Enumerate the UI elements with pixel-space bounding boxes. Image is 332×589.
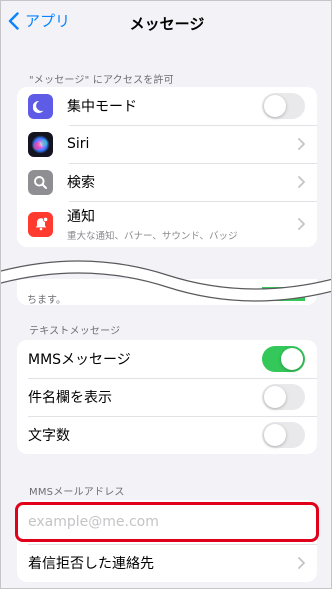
mms-email-placeholder: example@me.com xyxy=(28,514,159,530)
text-message-section-header: テキストメッセージ xyxy=(29,326,121,337)
show-subject-label: 件名欄を表示 xyxy=(28,390,112,406)
torn-edge-divider xyxy=(1,260,331,302)
blocked-contacts-label: 着信拒否した連絡先 xyxy=(28,556,154,572)
search-label: 検索 xyxy=(67,175,95,191)
navigation-bar: アプリ メッセージ xyxy=(1,1,331,45)
notifications-sublabel: 重大な通知、バナー、サウンド、バッジ xyxy=(67,231,238,242)
siri-label: Siri xyxy=(67,136,90,152)
notifications-row[interactable]: 通知 重大な通知、バナー、サウンド、バッジ xyxy=(17,201,317,247)
focus-mode-row[interactable]: 集中モード xyxy=(17,87,317,125)
focus-mode-label: 集中モード xyxy=(67,99,137,115)
moon-icon xyxy=(28,93,53,119)
show-subject-toggle[interactable] xyxy=(262,384,305,410)
toggle-knob xyxy=(264,424,286,446)
mms-message-row: MMSメッセージ xyxy=(17,340,317,378)
chevron-right-icon xyxy=(298,557,305,569)
page-title: メッセージ xyxy=(129,14,205,33)
access-section-header: "メッセージ" にアクセスを許可 xyxy=(29,75,174,86)
show-subject-row: 件名欄を表示 xyxy=(17,378,317,416)
text-message-group: MMSメッセージ 件名欄を表示 文字数 xyxy=(17,340,317,454)
settings-screen: アプリ メッセージ "メッセージ" にアクセスを許可 集中モード Siri 検索… xyxy=(0,0,332,589)
character-count-row: 文字数 xyxy=(17,416,317,454)
character-count-label: 文字数 xyxy=(28,428,70,444)
notifications-label: 通知 xyxy=(67,209,95,225)
back-button[interactable]: アプリ xyxy=(8,10,70,31)
blocked-contacts-row[interactable]: 着信拒否した連絡先 xyxy=(17,544,317,582)
access-group: 集中モード Siri 検索 通知 重大な通知、バナー、サウンド、バッジ xyxy=(17,87,317,247)
notification-icon xyxy=(28,211,53,237)
siri-row[interactable]: Siri xyxy=(17,125,317,163)
siri-icon xyxy=(28,131,53,157)
mms-message-toggle[interactable] xyxy=(262,346,305,372)
character-count-toggle[interactable] xyxy=(262,422,305,448)
toggle-knob xyxy=(264,95,286,117)
toggle-knob xyxy=(281,348,303,370)
mms-address-section-header: MMSメールアドレス xyxy=(29,487,125,498)
chevron-right-icon xyxy=(298,218,305,230)
focus-mode-toggle[interactable] xyxy=(262,93,305,119)
chevron-right-icon xyxy=(298,176,305,188)
chevron-left-icon xyxy=(8,11,19,30)
notifications-label-group: 通知 重大な通知、バナー、サウンド、バッジ xyxy=(67,206,238,242)
mms-email-input[interactable]: example@me.com xyxy=(15,502,319,542)
toggle-knob xyxy=(264,386,286,408)
back-label: アプリ xyxy=(25,12,71,30)
search-row[interactable]: 検索 xyxy=(17,163,317,201)
mms-message-label: MMSメッセージ xyxy=(28,352,131,368)
search-icon xyxy=(28,169,53,195)
chevron-right-icon xyxy=(298,138,305,150)
